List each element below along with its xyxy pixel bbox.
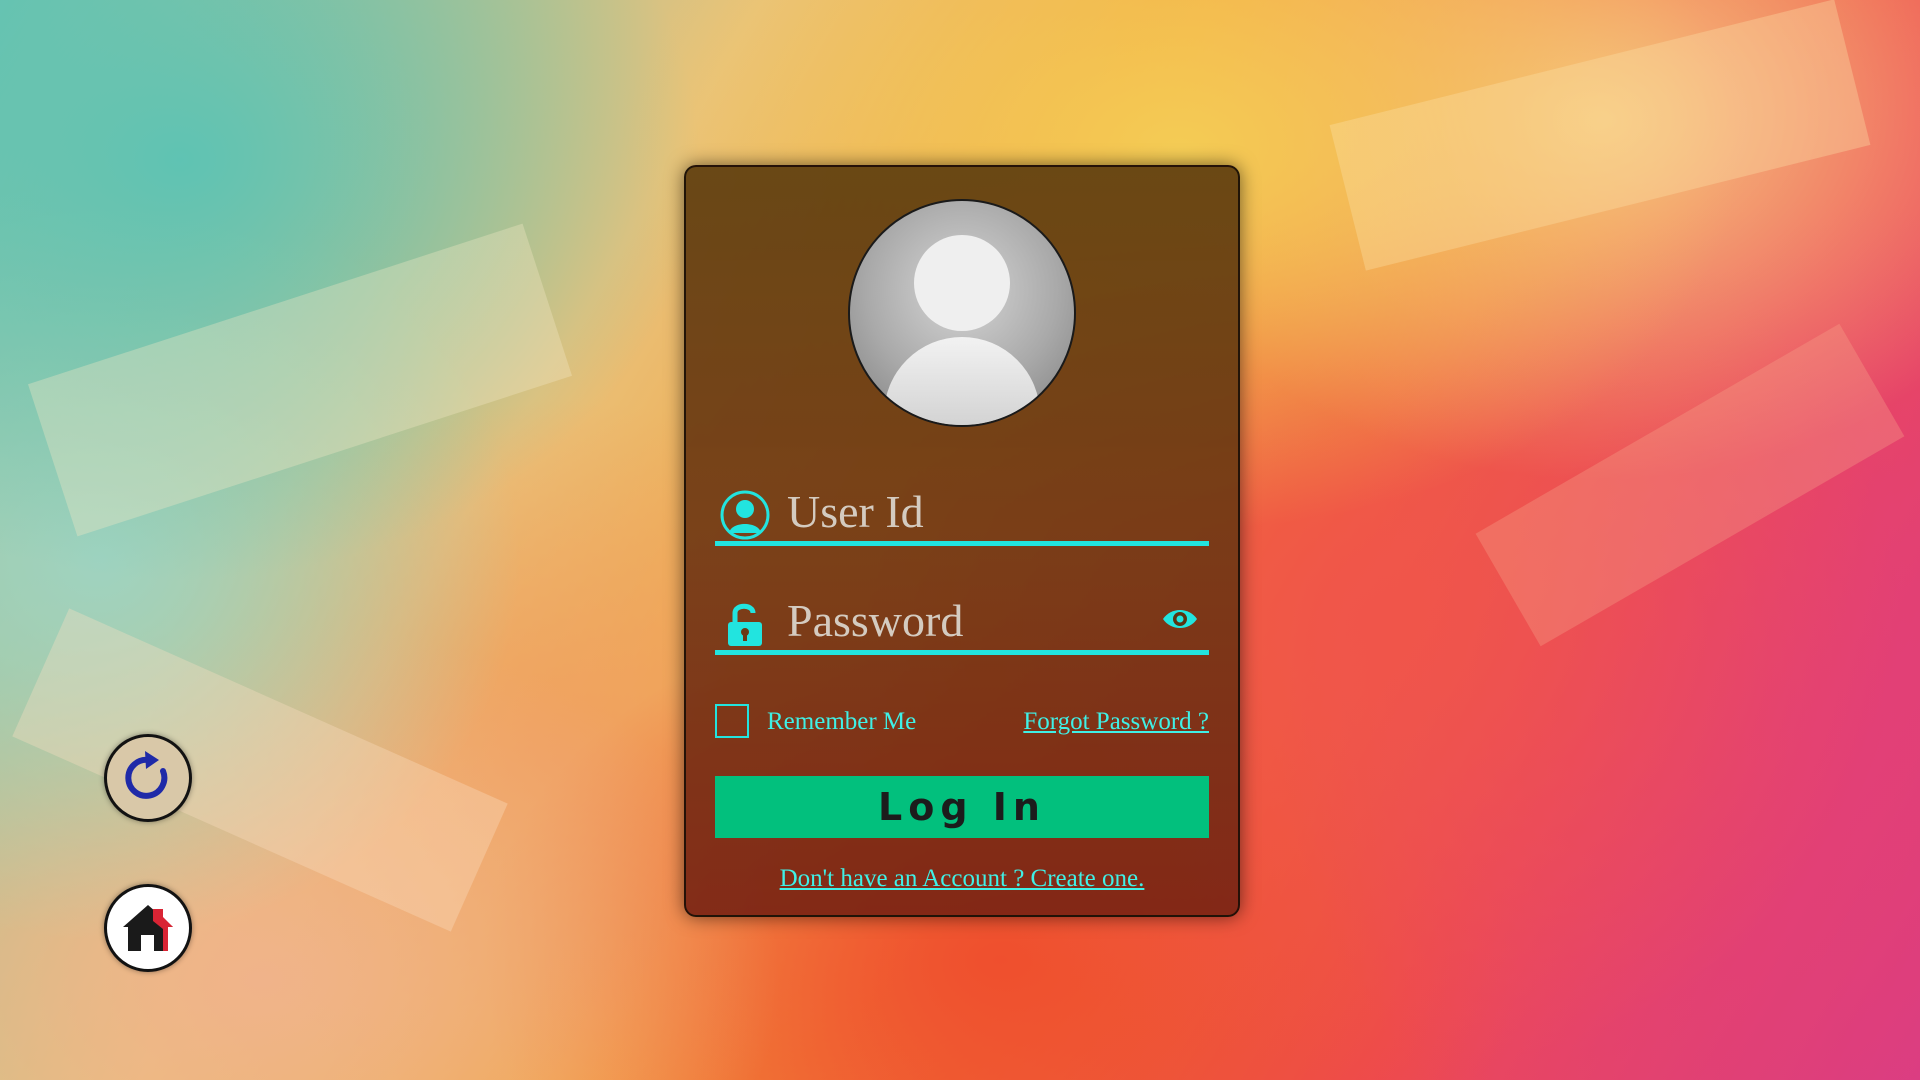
remember-me-label: Remember Me [767,708,917,735]
avatar-shoulders [884,337,1040,425]
create-account-link[interactable]: Don't have an Account ? Create one. [686,865,1238,893]
user-icon [720,490,770,540]
password-input[interactable] [787,590,1147,650]
background-brush-stroke [1329,0,1871,271]
background-brush-stroke [12,608,508,932]
password-field [715,590,1209,655]
login-button[interactable]: Log In [715,776,1209,838]
user-id-field [715,481,1209,546]
avatar-head [914,235,1010,331]
options-row: Remember Me Forgot Password ? [715,702,1209,742]
background-brush-stroke [1475,323,1905,647]
background-brush-stroke [28,223,572,537]
remember-me-checkbox[interactable] [715,704,749,738]
eye-icon[interactable] [1161,606,1199,632]
user-avatar-icon [848,199,1076,427]
refresh-icon [125,751,168,799]
home-button[interactable] [104,884,192,972]
forgot-password-link[interactable]: Forgot Password ? [1023,708,1209,736]
refresh-button[interactable] [104,734,192,822]
login-card: Remember Me Forgot Password ? Log In Don… [684,165,1240,917]
home-icon [123,905,173,951]
user-id-input[interactable] [787,481,1147,541]
unlock-icon [728,603,762,646]
